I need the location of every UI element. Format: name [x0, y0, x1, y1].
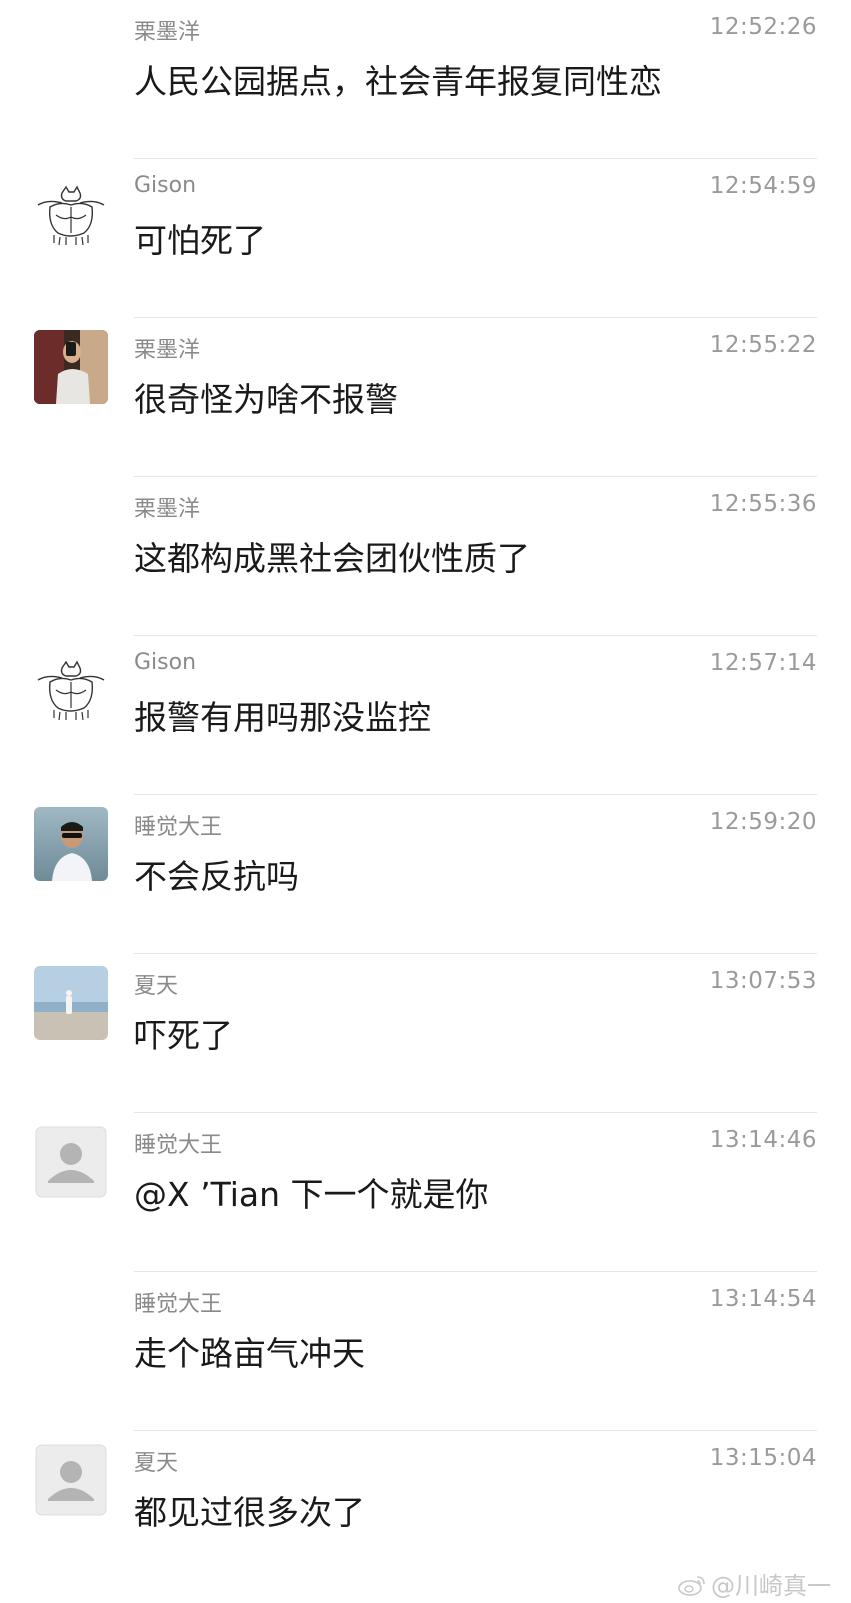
avatar[interactable] — [34, 966, 108, 1040]
message-item[interactable]: Gison 12:57:14 报警有用吗那没监控 — [0, 636, 851, 795]
avatar[interactable] — [34, 1125, 108, 1199]
message-sender: Gison — [134, 650, 197, 675]
watermark-text: @川崎真一 — [711, 1572, 831, 1600]
avatar[interactable] — [34, 1443, 108, 1517]
message-text: 走个路亩气冲天 — [134, 1334, 365, 1373]
message-timestamp: 12:54:59 — [709, 173, 817, 199]
beach-person-photo — [34, 966, 108, 1040]
message-item[interactable]: 栗墨洋 12:55:36 这都构成黑社会团伙性质了 — [0, 477, 851, 636]
avatar[interactable] — [34, 330, 108, 404]
message-sender: Gison — [134, 173, 197, 198]
avatar[interactable] — [34, 807, 108, 881]
message-timestamp: 12:52:26 — [709, 14, 817, 40]
message-sender: 睡觉大王 — [134, 1292, 223, 1317]
default-user-icon — [35, 1126, 107, 1198]
message-item[interactable]: Gison 12:54:59 可怕死了 — [0, 159, 851, 318]
message-timestamp: 13:14:46 — [709, 1127, 817, 1153]
message-timestamp: 12:55:22 — [709, 332, 817, 358]
message-text: 吓死了 — [134, 1016, 233, 1055]
message-text: 报警有用吗那没监控 — [134, 698, 431, 737]
avatar[interactable] — [34, 654, 108, 728]
message-item[interactable]: 睡觉大王 13:14:54 走个路亩气冲天 — [0, 1272, 851, 1431]
message-text: 都见过很多次了 — [134, 1493, 365, 1532]
sketch-cat-muscle-icon — [34, 179, 108, 253]
man-sunglasses-photo — [34, 807, 108, 881]
message-text: 人民公园据点，社会青年报复同性恋 — [134, 62, 662, 101]
avatar[interactable] — [34, 179, 108, 253]
message-text: 这都构成黑社会团伙性质了 — [134, 539, 530, 578]
message-text: 可怕死了 — [134, 221, 266, 260]
message-timestamp: 12:55:36 — [709, 491, 817, 517]
default-user-icon — [35, 1444, 107, 1516]
message-item[interactable]: 夏天 13:07:53 吓死了 — [0, 954, 851, 1113]
watermark: @川崎真一 — [677, 1566, 831, 1601]
mirror-selfie-photo — [34, 330, 108, 404]
message-sender: 睡觉大王 — [134, 1133, 223, 1158]
weibo-logo-icon — [677, 1573, 707, 1597]
message-item[interactable]: 栗墨洋 12:52:26 人民公园据点，社会青年报复同性恋 — [0, 0, 851, 159]
message-sender: 栗墨洋 — [134, 338, 201, 363]
message-item[interactable]: 栗墨洋 12:55:22 很奇怪为啥不报警 — [0, 318, 851, 477]
message-item[interactable]: 睡觉大王 13:14:46 @X ’Tian 下一个就是你 — [0, 1113, 851, 1272]
message-sender: 夏天 — [134, 1451, 179, 1476]
message-text: 很奇怪为啥不报警 — [134, 380, 398, 419]
message-timestamp: 13:15:04 — [709, 1445, 817, 1471]
sketch-cat-muscle-icon — [34, 654, 108, 728]
message-text: @X ’Tian 下一个就是你 — [134, 1175, 489, 1214]
message-timestamp: 13:14:54 — [709, 1286, 817, 1312]
message-sender: 睡觉大王 — [134, 815, 223, 840]
message-sender: 夏天 — [134, 974, 179, 999]
message-sender: 栗墨洋 — [134, 20, 201, 45]
message-timestamp: 12:59:20 — [709, 809, 817, 835]
message-sender: 栗墨洋 — [134, 497, 201, 522]
message-text: 不会反抗吗 — [134, 857, 299, 896]
message-item[interactable]: 睡觉大王 12:59:20 不会反抗吗 — [0, 795, 851, 954]
message-timestamp: 12:57:14 — [709, 650, 817, 676]
message-timestamp: 13:07:53 — [709, 968, 817, 994]
